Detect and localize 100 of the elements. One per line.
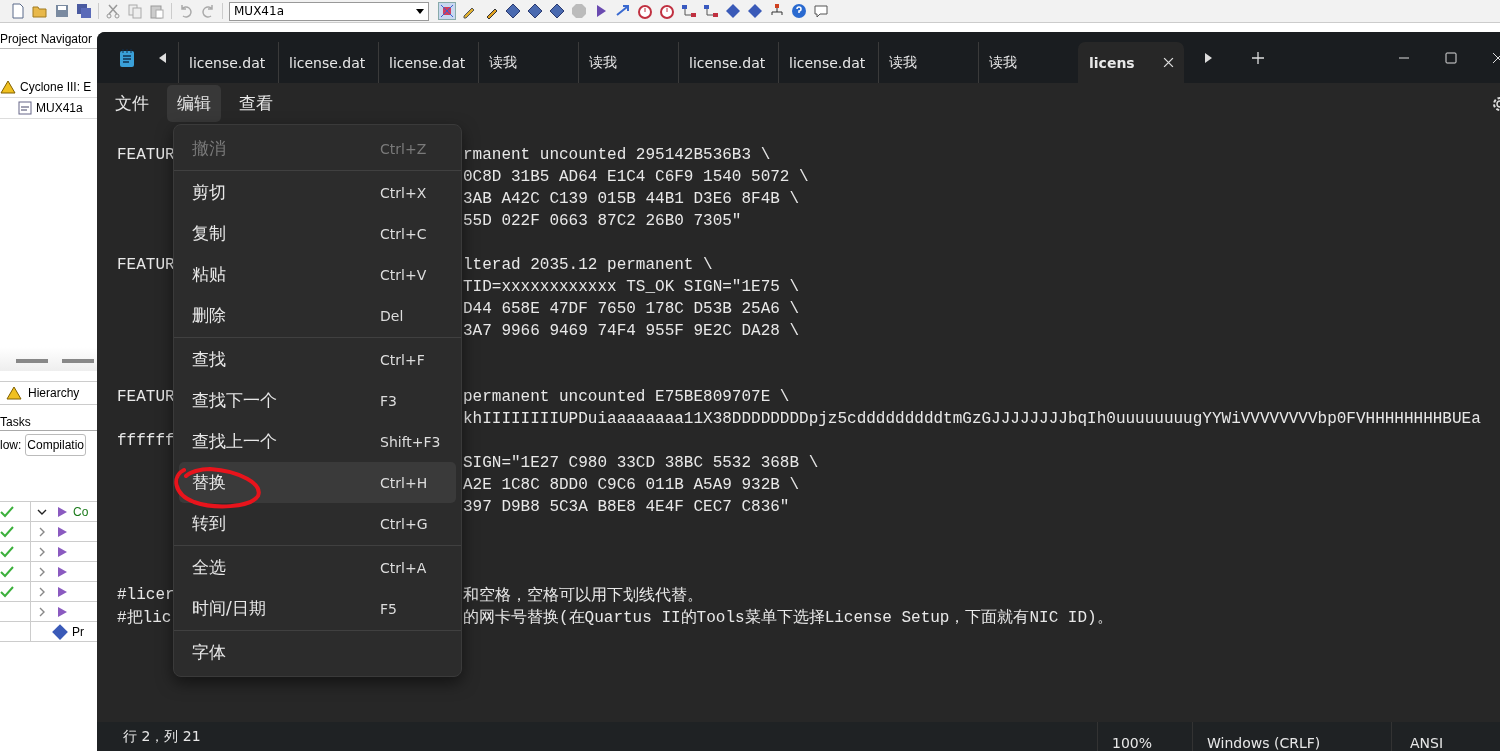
encoding: ANSI bbox=[1409, 733, 1445, 751]
cursor-position: 行 2，列 21 bbox=[123, 727, 201, 746]
code-text: D44 658E 47DF 7650 178C D53B 25A6 \ bbox=[463, 300, 800, 318]
menu-item[interactable]: 编辑 bbox=[167, 85, 221, 122]
notepad-icon bbox=[119, 48, 135, 67]
arrow-icon[interactable] bbox=[615, 3, 631, 19]
tab[interactable]: license.dat bbox=[378, 42, 478, 83]
play-icon bbox=[57, 546, 67, 557]
warning-icon bbox=[0, 80, 16, 94]
maximize-icon[interactable] bbox=[1445, 51, 1457, 64]
diamond-icon[interactable] bbox=[527, 3, 543, 19]
code-text: SIGN="1E27 C980 33CD 38BC 5532 368B \ bbox=[463, 454, 819, 472]
menu-item[interactable]: 查看 bbox=[229, 85, 283, 122]
chevron-right-icon[interactable] bbox=[37, 546, 47, 557]
code-text: FEATUR bbox=[117, 146, 175, 164]
menu-item[interactable]: 粘贴 Ctrl+V bbox=[179, 254, 456, 295]
zoom-level: 100% bbox=[1111, 733, 1154, 751]
save-all-icon[interactable] bbox=[76, 3, 92, 19]
file-icon bbox=[18, 101, 32, 115]
play-icon bbox=[57, 526, 67, 537]
play-icon bbox=[57, 566, 67, 577]
diamond-icon bbox=[51, 622, 69, 641]
play-icon bbox=[57, 506, 67, 517]
chip-icon[interactable] bbox=[439, 3, 455, 19]
close-icon[interactable] bbox=[1163, 57, 1174, 68]
save-icon[interactable] bbox=[54, 3, 70, 19]
scroll-left-icon[interactable] bbox=[159, 52, 167, 63]
menu-item[interactable]: 时间/日期 F5 bbox=[179, 588, 456, 629]
speech-bubble-icon[interactable] bbox=[813, 3, 829, 19]
menu-item[interactable]: 转到 Ctrl+G bbox=[179, 503, 456, 544]
code-text: permanent uncounted E75BE809707E \ bbox=[463, 388, 790, 406]
menu-item[interactable]: 查找上一个 Shift+F3 bbox=[179, 421, 456, 462]
warning-icon bbox=[6, 386, 22, 400]
code-text: TID=xxxxxxxxxxxx TS_OK SIGN="1E75 \ bbox=[463, 278, 800, 296]
tab[interactable]: license.dat bbox=[678, 42, 778, 83]
task-label[interactable]: Pr bbox=[72, 624, 84, 639]
menu-item[interactable]: 全选 Ctrl+A bbox=[179, 547, 456, 588]
code-text: #把lic bbox=[117, 608, 172, 627]
menu-item[interactable]: 删除 Del bbox=[179, 295, 456, 336]
task-label[interactable]: Co bbox=[73, 504, 89, 519]
tab[interactable]: license.dat bbox=[778, 42, 878, 83]
tab[interactable]: 读我 bbox=[478, 42, 578, 83]
code-text: 55D 022F 0663 87C2 26B0 7305" bbox=[463, 212, 742, 230]
menu-item[interactable]: 字体 bbox=[179, 632, 456, 673]
code-text: #licer bbox=[117, 586, 175, 604]
flow-dropdown[interactable]: Compilatio bbox=[25, 434, 87, 456]
line-ending: Windows (CRLF) bbox=[1206, 733, 1322, 751]
hierarchy-tab[interactable]: Hierarchy bbox=[0, 381, 97, 405]
menu-item[interactable]: 文件 bbox=[105, 85, 159, 122]
network-icon[interactable] bbox=[703, 3, 719, 19]
code-text: khIIIIIIIIUPDuiaaaaaaaa11X38DDDDDDDDpjz5cdddddddddtmGzGJJJJJJJJbqIh0uuuuuuuugYYWiVVVVVVVVbp0FVHHHHHHHHBUEa bbox=[463, 410, 1481, 428]
project-dropdown[interactable]: MUX41a bbox=[229, 1, 429, 21]
code-text: rmanent uncounted 295142B536B3 \ bbox=[463, 146, 771, 164]
network-icon[interactable] bbox=[681, 3, 697, 19]
tab[interactable]: license.dat bbox=[278, 42, 378, 83]
menu-item[interactable]: 剪切 Ctrl+X bbox=[179, 172, 456, 213]
chevron-right-icon[interactable] bbox=[37, 566, 47, 577]
code-text: FEATUR bbox=[117, 256, 175, 274]
code-text: 3A7 9966 9469 74F4 955F 9E2C DA28 \ bbox=[463, 322, 800, 340]
tab[interactable]: licens bbox=[1078, 42, 1184, 83]
tab[interactable]: 读我 bbox=[878, 42, 978, 83]
tab-label: Hierarchy bbox=[28, 386, 80, 400]
diamond-icon[interactable] bbox=[747, 3, 763, 19]
play-icon bbox=[57, 606, 67, 617]
help-icon[interactable] bbox=[791, 3, 807, 19]
code-text: ffffff bbox=[117, 432, 175, 450]
code-text: 0C8D 31B5 AD64 E1C4 C6F9 1540 5072 \ bbox=[463, 168, 809, 186]
tab[interactable]: 读我 bbox=[578, 42, 678, 83]
close-icon[interactable] bbox=[1492, 51, 1500, 64]
tab[interactable]: license.dat bbox=[178, 42, 278, 83]
plus-icon[interactable] bbox=[1252, 51, 1264, 64]
menu-item[interactable]: 查找下一个 F3 bbox=[179, 380, 456, 421]
menu-item[interactable]: 复制 Ctrl+C bbox=[179, 213, 456, 254]
stopwatch-icon[interactable] bbox=[637, 3, 653, 19]
open-folder-icon[interactable] bbox=[32, 3, 48, 19]
chevron-right-icon[interactable] bbox=[37, 586, 47, 597]
diamond-icon[interactable] bbox=[505, 3, 521, 19]
play-icon bbox=[57, 586, 67, 597]
stopwatch-icon[interactable] bbox=[659, 3, 675, 19]
flow-label: low: bbox=[0, 438, 22, 452]
code-text: A2E 1C8C 8DD0 C9C6 011B A5A9 932B \ bbox=[463, 476, 800, 494]
scissors-icon[interactable] bbox=[105, 3, 121, 19]
code-text: lterad 2035.12 permanent \ bbox=[463, 256, 713, 274]
menu-item[interactable]: 替换 Ctrl+H bbox=[179, 462, 456, 503]
code-text: 3AB A42C C139 015B 44B1 D3E6 8F4B \ bbox=[463, 190, 800, 208]
caret-icon bbox=[416, 8, 424, 14]
tree-item[interactable]: MUX41a bbox=[36, 101, 83, 115]
menu-item[interactable]: 查找 Ctrl+F bbox=[179, 339, 456, 380]
new-file-icon[interactable] bbox=[10, 3, 26, 19]
chevron-right-icon[interactable] bbox=[37, 606, 47, 617]
panel-title: Project Navigator bbox=[0, 23, 97, 49]
diamond-icon[interactable] bbox=[549, 3, 565, 19]
code-text: 和空格，空格可以用下划线代替。 bbox=[463, 586, 703, 605]
code-text: 的网卡号替换(在Quartus II的Tools菜单下选择License Setup，下面就有NIC ID)。 bbox=[463, 608, 1113, 627]
chevron-right-icon[interactable] bbox=[37, 526, 47, 537]
code-text: FEATUR bbox=[117, 388, 175, 406]
code-text: 397 D9B8 5C3A B8E8 4E4F CEC7 C836" bbox=[463, 498, 790, 516]
scroll-right-icon[interactable] bbox=[1204, 52, 1212, 63]
tree-item[interactable]: Cyclone III: E bbox=[20, 80, 92, 94]
diamond-icon[interactable] bbox=[725, 3, 741, 19]
